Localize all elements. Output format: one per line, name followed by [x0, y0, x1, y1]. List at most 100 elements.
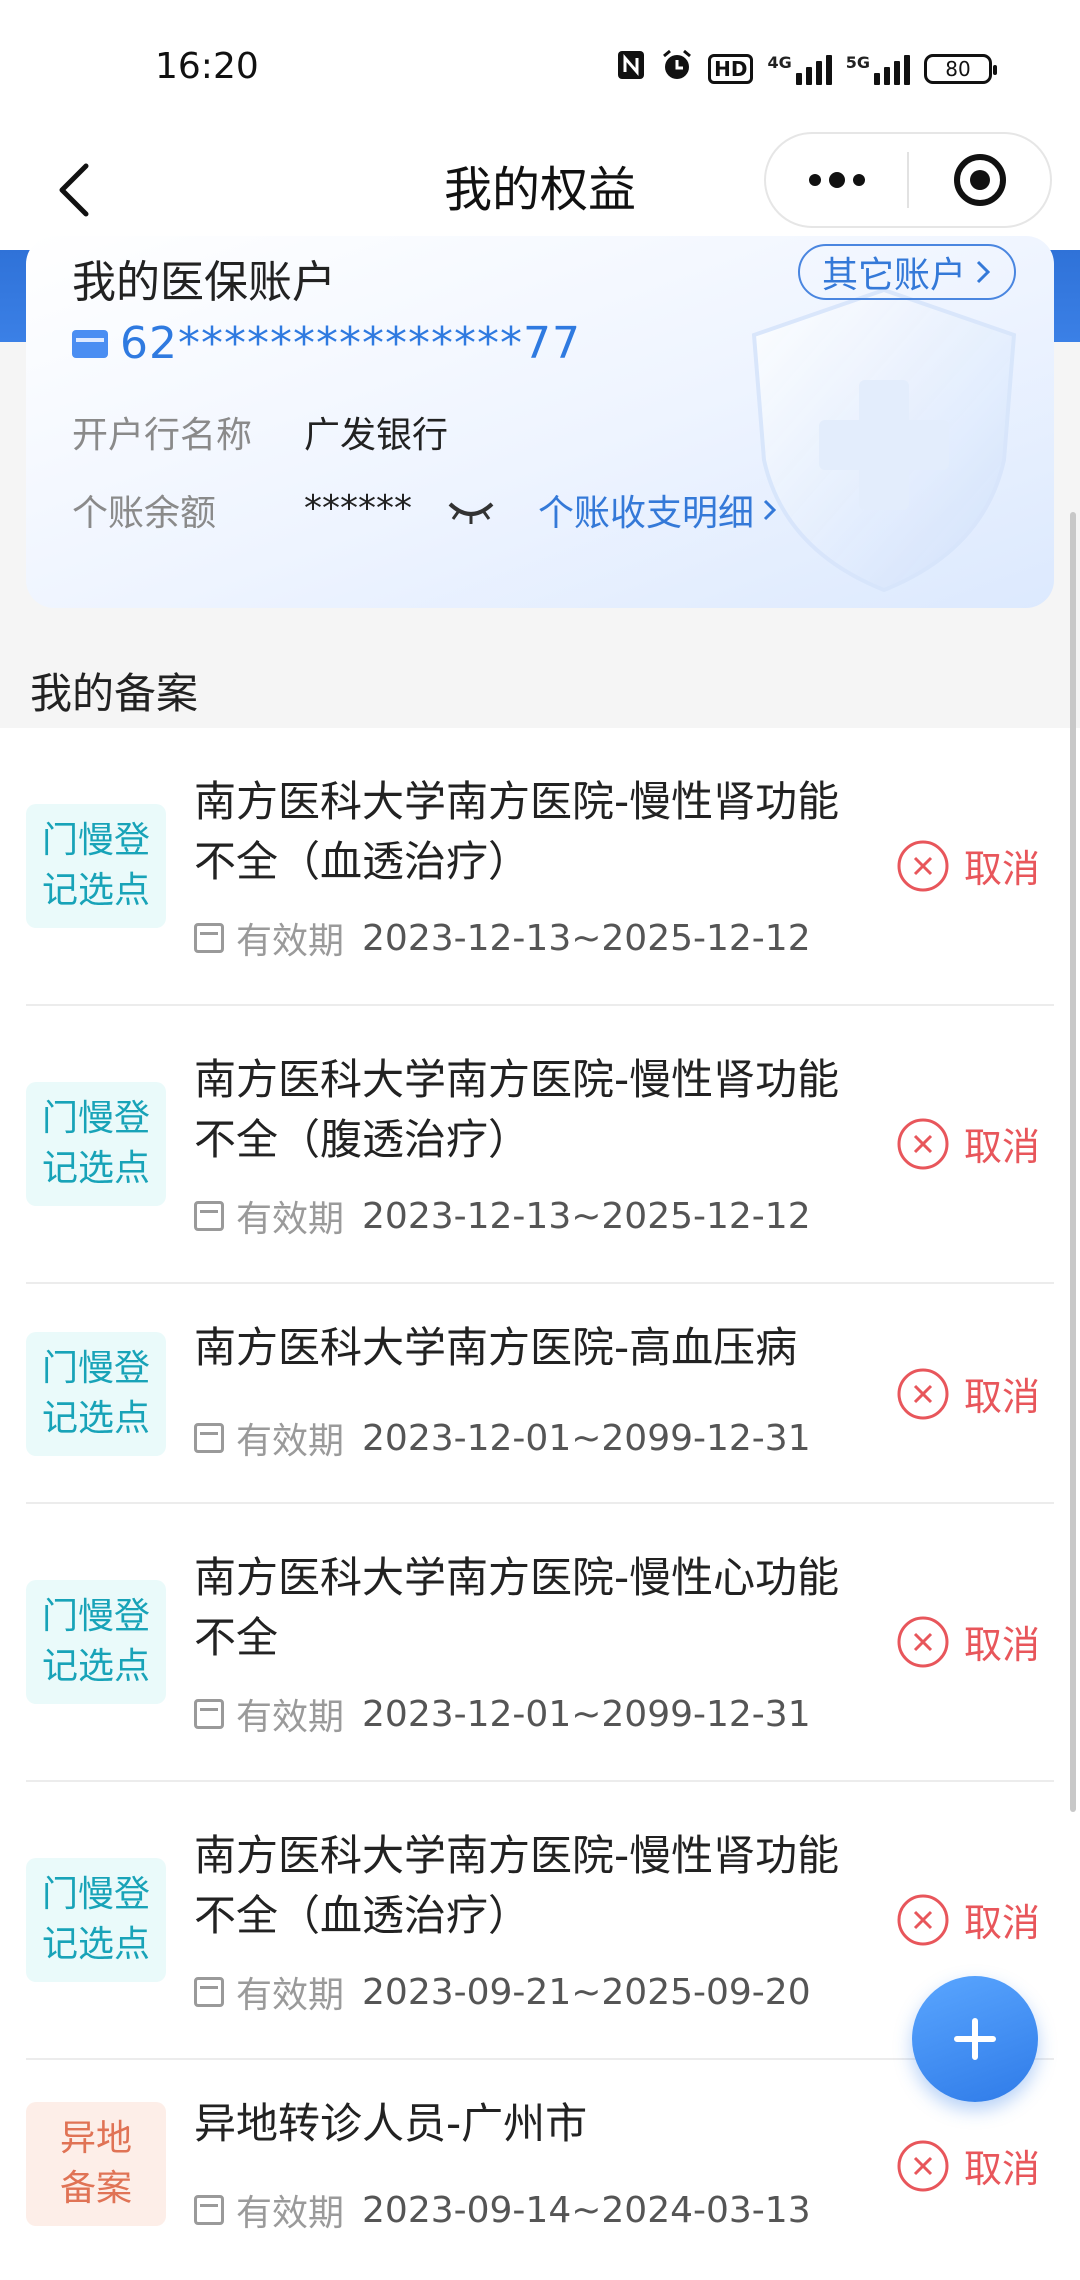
- chevron-right-icon: [976, 260, 991, 284]
- net1-label: 4G: [767, 52, 792, 72]
- more-icon: [808, 172, 865, 188]
- badge-line-1: 门慢登: [41, 820, 150, 861]
- other-accounts-button[interactable]: 其它账户: [797, 244, 1016, 300]
- eye-closed-icon[interactable]: [446, 492, 496, 528]
- signal-4g-icon: 4G: [767, 52, 832, 85]
- badge-line-1: 门慢登: [41, 1098, 150, 1139]
- badge-line-1: 门慢登: [41, 1596, 150, 1637]
- badge-line-2: 记选点: [41, 1646, 150, 1687]
- validity-label: 有效期: [236, 1421, 345, 1462]
- item-title: 南方医科大学南方医院-高血压病: [194, 1323, 798, 1372]
- bank-label: 开户行名称: [72, 415, 253, 456]
- close-circle-icon: [953, 154, 1006, 206]
- detail-link-label: 个账收支明细: [538, 493, 755, 534]
- badge-line-2: 备案: [59, 2168, 132, 2209]
- badge-line-2: 记选点: [41, 1148, 150, 1189]
- hd-icon: HD: [708, 53, 754, 84]
- cancel-button[interactable]: 取消: [896, 1366, 1040, 1421]
- badge-chronic-registration: 门慢登 记选点: [26, 1332, 166, 1456]
- cancel-button[interactable]: 取消: [896, 1614, 1040, 1669]
- cancel-button[interactable]: 取消: [896, 2138, 1040, 2193]
- validity-row: 有效期 2023-12-01~2099-12-31: [194, 1688, 811, 1740]
- calendar-icon: [194, 1977, 224, 2007]
- calendar-icon: [194, 923, 224, 953]
- balance-detail-link[interactable]: 个账收支明细: [538, 484, 778, 536]
- scrollbar[interactable]: [1070, 512, 1076, 1812]
- validity-label: 有效期: [236, 921, 345, 962]
- cancel-label: 取消: [963, 1375, 1040, 1419]
- validity-row: 有效期 2023-12-13~2025-12-12: [194, 912, 811, 964]
- cancel-circle-icon: [897, 2140, 949, 2191]
- alarm-icon: [660, 48, 694, 89]
- list-item[interactable]: 门慢登记选点 南方医科大学南方医院-慢性肾功能不全（腹透治疗） 有效期 2023…: [26, 1006, 1054, 1284]
- validity-date: 2023-12-13~2025-12-12: [362, 1195, 811, 1237]
- validity-date: 2023-12-01~2099-12-31: [362, 1417, 811, 1459]
- calendar-icon: [194, 2195, 224, 2225]
- validity-row: 有效期 2023-12-01~2099-12-31: [194, 1412, 811, 1464]
- card-number-row: 62***************77: [72, 318, 581, 369]
- cancel-label: 取消: [963, 847, 1040, 891]
- close-button[interactable]: [909, 134, 1050, 226]
- validity-label: 有效期: [236, 1199, 345, 1240]
- list-item[interactable]: 门慢登记选点 南方医科大学南方医院-慢性肾功能不全（血透治疗） 有效期 2023…: [26, 1782, 1054, 2060]
- badge-line-1: 门慢登: [41, 1874, 150, 1915]
- cancel-circle-icon: [897, 1894, 949, 1945]
- cancel-button[interactable]: 取消: [896, 1892, 1040, 1947]
- badge-chronic-registration: 门慢登 记选点: [26, 1082, 166, 1206]
- cancel-circle-icon: [897, 1616, 949, 1667]
- shield-icon: [751, 287, 1017, 593]
- cancel-button[interactable]: 取消: [896, 838, 1040, 893]
- list-item[interactable]: 门慢登记选点 南方医科大学南方医院-慢性心功能不全 有效期 2023-12-01…: [26, 1504, 1054, 1782]
- badge-line-2: 记选点: [41, 1398, 150, 1439]
- item-title: 南方医科大学南方医院-慢性心功能不全: [194, 1553, 840, 1662]
- list-item[interactable]: 异地备案 异地转诊人员-广州市 有效期 2023-09-14~2024-03-1…: [26, 2060, 1054, 2280]
- badge-chronic-registration: 门慢登 记选点: [26, 804, 166, 928]
- item-title: 异地转诊人员-广州市: [194, 2099, 588, 2148]
- item-title: 南方医科大学南方医院-慢性肾功能不全（腹透治疗）: [194, 1055, 840, 1164]
- item-title: 南方医科大学南方医院-慢性肾功能不全（血透治疗）: [194, 777, 840, 886]
- calendar-icon: [194, 1699, 224, 1729]
- validity-date: 2023-09-14~2024-03-13: [362, 2189, 811, 2231]
- net2-label: 5G: [845, 52, 870, 72]
- bank-value: 广发银行: [304, 415, 449, 456]
- item-title: 南方医科大学南方医院-慢性肾功能不全（血透治疗）: [194, 1831, 840, 1940]
- nfc-icon: [616, 49, 646, 88]
- validity-row: 有效期 2023-12-13~2025-12-12: [194, 1190, 811, 1242]
- badge-line-1: 异地: [59, 2118, 132, 2159]
- status-icons: HD 4G 5G 80: [616, 48, 997, 89]
- section-title: 我的备案: [30, 669, 199, 718]
- badge-line-2: 记选点: [41, 1924, 150, 1965]
- add-button[interactable]: [912, 1976, 1038, 2102]
- cancel-label: 取消: [963, 2147, 1040, 2191]
- validity-row: 有效期 2023-09-14~2024-03-13: [194, 2184, 811, 2236]
- signal-5g-icon: 5G: [846, 53, 910, 85]
- cancel-circle-icon: [897, 1118, 949, 1169]
- badge-chronic-registration: 门慢登 记选点: [26, 1580, 166, 1704]
- status-time: 16:20: [155, 46, 259, 87]
- badge-line-2: 记选点: [41, 870, 150, 911]
- badge-line-1: 门慢登: [41, 1348, 150, 1389]
- cancel-button[interactable]: 取消: [896, 1116, 1040, 1171]
- chevron-right-icon: [763, 499, 777, 521]
- validity-date: 2023-12-01~2099-12-31: [362, 1693, 811, 1735]
- validity-label: 有效期: [236, 1697, 345, 1738]
- more-button[interactable]: [766, 134, 907, 226]
- validity-date: 2023-12-13~2025-12-12: [362, 917, 811, 959]
- mini-program-capsule: [764, 132, 1052, 228]
- cancel-label: 取消: [963, 1125, 1040, 1169]
- cancel-circle-icon: [897, 1368, 949, 1419]
- list-item[interactable]: 门慢登记选点 南方医科大学南方医院-慢性肾功能不全（血透治疗） 有效期 2023…: [26, 728, 1054, 1006]
- cancel-label: 取消: [963, 1901, 1040, 1945]
- badge-chronic-registration: 门慢登 记选点: [26, 1858, 166, 1982]
- nav-bar: 我的权益: [0, 130, 1080, 250]
- card-number: 62***************77: [120, 318, 581, 369]
- calendar-icon: [194, 1201, 224, 1231]
- badge-remote-filing: 异地 备案: [26, 2102, 166, 2226]
- validity-row: 有效期 2023-09-21~2025-09-20: [194, 1966, 811, 2018]
- medical-account-card: 我的医保账户 其它账户 62***************77 开户行名称 广发…: [26, 236, 1054, 608]
- list-item[interactable]: 门慢登记选点 南方医科大学南方医院-高血压病 有效期 2023-12-01~20…: [26, 1284, 1054, 1504]
- cancel-circle-icon: [897, 840, 949, 891]
- cancel-label: 取消: [963, 1623, 1040, 1667]
- validity-date: 2023-09-21~2025-09-20: [362, 1971, 811, 2013]
- battery-level: 80: [945, 56, 971, 81]
